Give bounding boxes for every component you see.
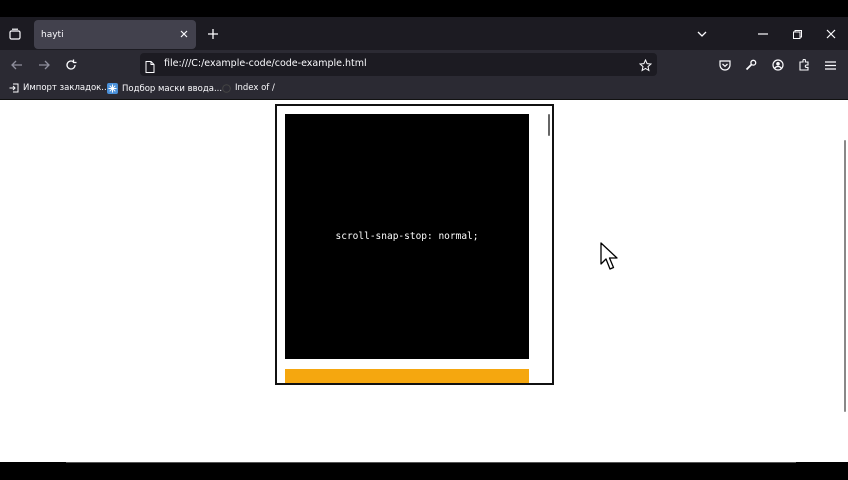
snap-item-secondary: [285, 369, 529, 383]
reload-icon[interactable]: [61, 55, 81, 75]
menu-icon[interactable]: [820, 55, 840, 75]
extensions-icon[interactable]: [794, 55, 814, 75]
new-tab-button[interactable]: [204, 25, 222, 43]
address-bar[interactable]: file:///C:/example-code/code-example.htm…: [140, 53, 657, 76]
bookmark-item-index[interactable]: Index of /: [222, 83, 275, 93]
divider-line: [66, 462, 796, 463]
page-content: scroll-snap-stop: normal;: [0, 100, 848, 462]
top-letterbox: [0, 0, 848, 17]
bookmark-label: Подбор маски ввода...: [122, 83, 223, 94]
tab-overview-icon[interactable]: [4, 23, 26, 45]
snap-item-primary: scroll-snap-stop: normal;: [285, 114, 529, 359]
page-scrollbar[interactable]: [840, 100, 848, 462]
restore-icon[interactable]: [786, 23, 808, 45]
close-tab-icon[interactable]: [177, 27, 191, 41]
inner-scrollbar-thumb[interactable]: [548, 114, 550, 136]
mouse-cursor-icon: [600, 242, 620, 276]
bookmarks-toolbar: Импорт закладок... Подбор маски ввода...…: [0, 79, 848, 100]
url-text: file:///C:/example-code/code-example.htm…: [164, 58, 367, 69]
list-all-tabs-icon[interactable]: [691, 23, 713, 45]
forward-arrow-icon[interactable]: [34, 55, 54, 75]
account-icon[interactable]: [768, 55, 788, 75]
bookmark-label: Index of /: [235, 83, 275, 93]
pocket-icon[interactable]: [715, 55, 735, 75]
close-window-icon[interactable]: [820, 23, 842, 45]
tab-active[interactable]: hayti: [34, 20, 196, 49]
page-icon: [145, 58, 155, 77]
page-scrollbar-thumb[interactable]: [844, 140, 846, 412]
tab-title: hayti: [41, 29, 64, 40]
tab-strip: hayti: [0, 17, 848, 50]
bottom-letterbox: [0, 462, 848, 480]
site-favicon-icon: [107, 83, 118, 94]
back-arrow-icon[interactable]: [7, 55, 27, 75]
bookmark-label: Импорт закладок...: [23, 83, 110, 93]
demo-label: scroll-snap-stop: normal;: [335, 231, 479, 242]
bookmark-item-import[interactable]: Импорт закладок...: [9, 83, 109, 93]
wrench-icon[interactable]: [741, 55, 761, 75]
globe-icon: [222, 83, 231, 93]
minimize-icon[interactable]: [752, 23, 774, 45]
bookmark-item-input-mask[interactable]: Подбор маски ввода...: [107, 83, 222, 94]
navigation-toolbar: file:///C:/example-code/code-example.htm…: [0, 50, 848, 79]
scroll-snap-container[interactable]: scroll-snap-stop: normal;: [275, 104, 554, 385]
import-icon: [9, 83, 19, 93]
bookmark-star-icon[interactable]: [638, 57, 653, 76]
